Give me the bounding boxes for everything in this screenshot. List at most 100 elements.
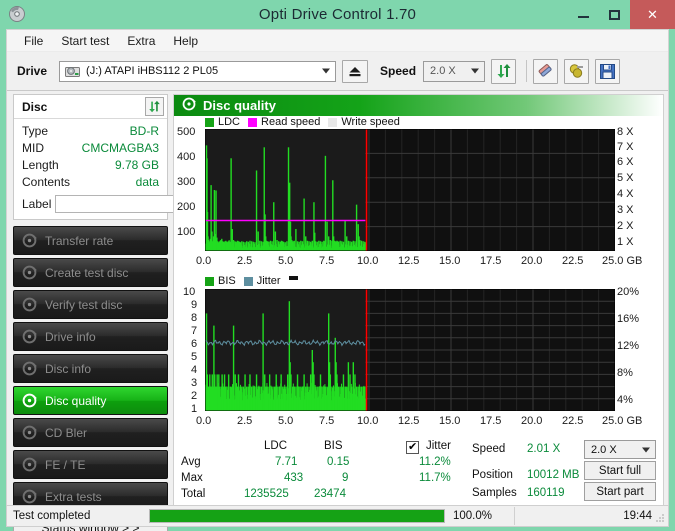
disc-test-icon bbox=[22, 489, 37, 504]
status-bar: Test completed 100.0% 19:44 bbox=[6, 505, 669, 527]
maximize-icon[interactable] bbox=[599, 0, 630, 29]
ldc-plot-area[interactable] bbox=[205, 129, 615, 251]
bis-xtick-25: 25.0 GB bbox=[602, 415, 643, 427]
menu-item-file[interactable]: File bbox=[15, 32, 52, 50]
ldc-xtick-22.5: 22.5 bbox=[562, 255, 584, 267]
stats-row-label-total: Total bbox=[181, 488, 206, 500]
resize-grip-icon[interactable] bbox=[655, 513, 665, 523]
ldc-ytick-400: 400 bbox=[177, 151, 196, 163]
bis-xtick-12.5: 12.5 bbox=[398, 415, 420, 427]
speed-select[interactable]: 2.0 X bbox=[423, 60, 486, 82]
disc-test-icon bbox=[22, 393, 37, 408]
test-speed-select[interactable]: 2.0 X bbox=[584, 440, 656, 459]
ldc-xtick-25: 25.0 GB bbox=[602, 255, 643, 267]
disc-test-icon bbox=[22, 425, 37, 440]
test-button-label: Disc quality bbox=[45, 393, 107, 408]
minimize-icon[interactable] bbox=[568, 0, 599, 29]
bis-xtick-0: 0.0 bbox=[196, 415, 212, 427]
test-button-create-test-disc[interactable]: Create test disc bbox=[13, 258, 168, 287]
erase-icon bbox=[538, 64, 552, 77]
stats-max-jitter: 11.7% bbox=[419, 472, 451, 484]
menu-item-extra[interactable]: Extra bbox=[118, 32, 164, 50]
bis-y2tick-8: 8% bbox=[617, 367, 633, 379]
disc-row-value: CMCMAGBA3 bbox=[81, 141, 159, 155]
test-button-transfer-rate[interactable]: Transfer rate bbox=[13, 226, 168, 255]
ldc-xtick-20: 20.0 bbox=[521, 255, 543, 267]
disc-refresh-button[interactable] bbox=[145, 97, 164, 116]
stats-total-ldc: 1235525 bbox=[244, 488, 289, 500]
legend-swatch-ldc bbox=[205, 117, 214, 127]
bis-ytick-1: 1 bbox=[191, 403, 198, 415]
stats-total-bis: 23474 bbox=[314, 488, 346, 500]
stats-max-ldc: 433 bbox=[284, 472, 304, 484]
disc-info-panel: Disc Type BD-R MID CMCMAGBA3 Length 9.78… bbox=[13, 94, 257, 220]
panel-header: Disc quality bbox=[174, 95, 663, 116]
title-bar: Opti Drive Control 1.70 ✕ bbox=[0, 0, 675, 29]
speed-label: Speed bbox=[380, 64, 417, 78]
stats-max-bis: 9 bbox=[342, 472, 349, 484]
ldc-y2tick-5x: 5 X bbox=[617, 172, 634, 184]
legend-label-jitter: Jitter bbox=[256, 275, 281, 287]
bis-ytick-8: 8 bbox=[191, 312, 198, 324]
disc-test-icon bbox=[22, 265, 37, 280]
ldc-ytick-100: 100 bbox=[177, 226, 196, 238]
bis-xtick-5: 5.0 bbox=[278, 415, 294, 427]
ldc-ytick-300: 300 bbox=[177, 176, 196, 188]
stats-header-bis: BIS bbox=[324, 440, 343, 452]
test-button-label: Disc info bbox=[45, 361, 92, 376]
close-icon[interactable]: ✕ bbox=[630, 0, 675, 29]
refresh-icon bbox=[149, 100, 160, 113]
refresh-button[interactable] bbox=[491, 58, 517, 84]
chevron-down-icon bbox=[322, 68, 331, 74]
bis-xtick-2.5: 2.5 bbox=[237, 415, 253, 427]
erase-button[interactable] bbox=[533, 58, 559, 84]
plug-icon bbox=[569, 64, 584, 78]
jitter-checkbox[interactable] bbox=[406, 440, 419, 454]
test-button-cd-bler[interactable]: CD Bler bbox=[13, 418, 168, 447]
disc-row-contents: Contents data bbox=[22, 174, 159, 191]
stats-area: LDC BIS Jitter Avg 7.71 0.15 11.2% Max 4… bbox=[174, 439, 663, 505]
plug-button[interactable] bbox=[564, 58, 590, 84]
bis-ytick-6: 6 bbox=[191, 338, 198, 350]
stats-avg-bis: 0.15 bbox=[327, 456, 350, 468]
legend-swatch-read-speed bbox=[248, 117, 258, 127]
test-button-verify-test-disc[interactable]: Verify test disc bbox=[13, 290, 168, 319]
disc-row-type: Type BD-R bbox=[22, 123, 159, 140]
bis-xtick-20: 20.0 bbox=[521, 415, 543, 427]
legend-label-write-speed: Write speed bbox=[341, 116, 400, 128]
start-full-button[interactable]: Start full bbox=[584, 461, 656, 480]
bis-ytick-2: 2 bbox=[191, 390, 198, 402]
test-button-label: Transfer rate bbox=[45, 233, 114, 248]
stats-samples-value: 160119 bbox=[527, 487, 565, 499]
drive-icon bbox=[65, 65, 81, 82]
menu-item-help[interactable]: Help bbox=[164, 32, 207, 50]
status-text: Test completed bbox=[13, 510, 91, 522]
legend-label-bis: BIS bbox=[218, 275, 236, 287]
save-button[interactable] bbox=[595, 58, 621, 84]
disc-quality-icon bbox=[182, 97, 196, 114]
test-button-drive-info[interactable]: Drive info bbox=[13, 322, 168, 351]
start-part-button[interactable]: Start part bbox=[584, 482, 656, 501]
disc-label-key: Label bbox=[22, 196, 52, 211]
test-button-disc-info[interactable]: Disc info bbox=[13, 354, 168, 383]
menu-item-start-test[interactable]: Start test bbox=[52, 32, 118, 50]
left-column: Disc Type BD-R MID CMCMAGBA3 Length 9.78… bbox=[13, 94, 257, 531]
eject-button[interactable] bbox=[342, 59, 369, 83]
save-icon bbox=[600, 63, 616, 79]
drive-select[interactable]: (J:) ATAPI iHBS112 2 PL05 bbox=[59, 60, 337, 82]
ldc-ytick-500: 500 bbox=[177, 126, 196, 138]
bis-plot-area[interactable] bbox=[205, 289, 615, 411]
elapsed-time: 19:44 bbox=[623, 510, 652, 522]
bis-xtick-17.5: 17.5 bbox=[480, 415, 502, 427]
bis-ytick-10: 10 bbox=[183, 286, 196, 298]
ldc-ytick-200: 200 bbox=[177, 201, 196, 213]
disc-info-rows: Type BD-R MID CMCMAGBA3 Length 9.78 GB C… bbox=[14, 119, 257, 219]
test-button-fe-te[interactable]: FE / TE bbox=[13, 450, 168, 479]
stats-avg-jitter: 11.2% bbox=[419, 456, 451, 468]
test-button-label: FE / TE bbox=[45, 457, 86, 472]
legend-label-ldc: LDC bbox=[218, 116, 241, 128]
test-button-disc-quality[interactable]: Disc quality bbox=[13, 386, 168, 415]
stats-row-label-avg: Avg bbox=[181, 456, 201, 468]
ldc-xtick-5: 5.0 bbox=[278, 255, 294, 267]
stats-header-jitter: Jitter bbox=[426, 440, 451, 452]
